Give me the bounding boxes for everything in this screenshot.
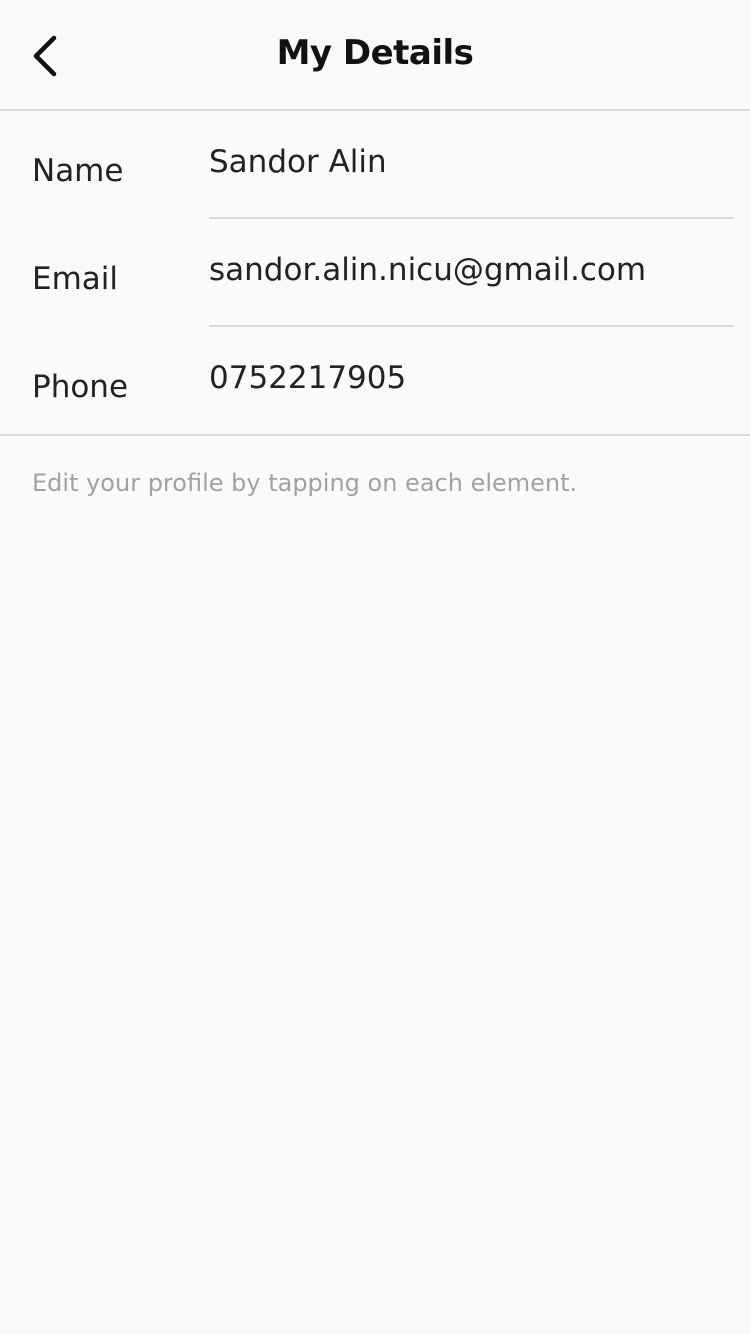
name-value[interactable]: Sandor Alin [209, 142, 387, 182]
phone-row[interactable]: Phone 0752217905 [0, 327, 750, 435]
phone-label: Phone [32, 369, 129, 405]
email-value[interactable]: sandor.alin.nicu@gmail.com [209, 250, 646, 290]
name-label: Name [32, 153, 124, 189]
page-title: My Details [276, 33, 474, 73]
phone-value[interactable]: 0752217905 [209, 358, 406, 398]
top-bar: My Details [0, 0, 750, 111]
edit-hint: Edit your profile by tapping on each ele… [32, 469, 578, 497]
name-row[interactable]: Name Sandor Alin [0, 111, 750, 219]
email-row[interactable]: Email sandor.alin.nicu@gmail.com [0, 219, 750, 327]
details-list: Name Sandor Alin Email sandor.alin.nicu@… [0, 111, 750, 436]
email-label: Email [32, 261, 119, 297]
